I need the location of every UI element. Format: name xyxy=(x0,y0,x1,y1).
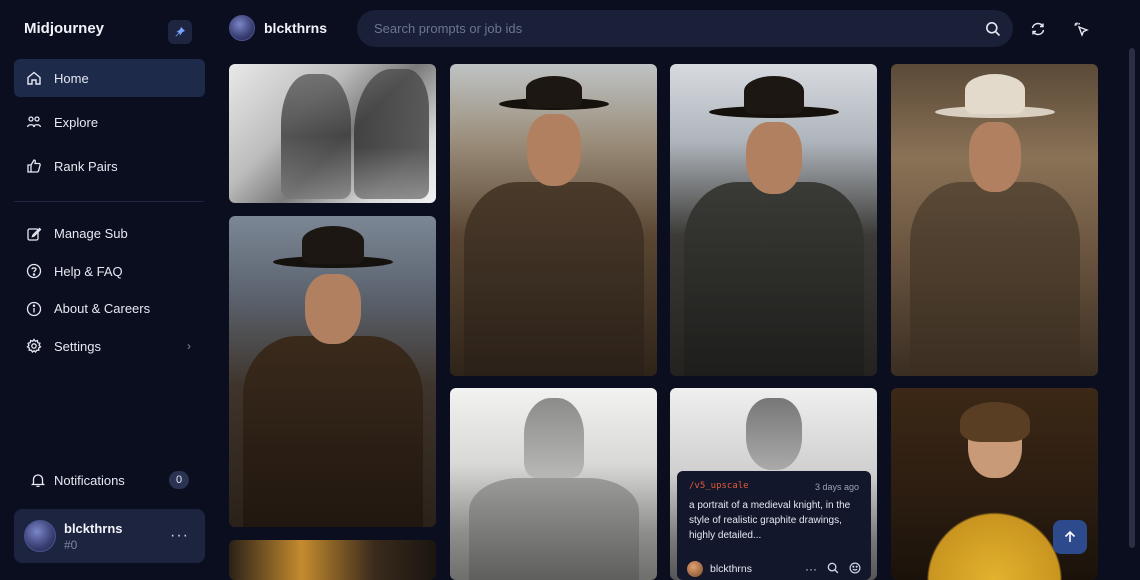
job-hover-card[interactable]: /v5_upscale 3 days ago a portrait of a m… xyxy=(677,471,871,580)
avatar xyxy=(687,561,703,577)
job-more-button[interactable]: ··· xyxy=(805,562,817,576)
gallery-image-bar-interior[interactable] xyxy=(229,540,436,580)
scrollbar[interactable] xyxy=(1129,48,1135,548)
explore-icon xyxy=(26,114,42,130)
avatar xyxy=(24,520,56,552)
gallery-image-cowboy[interactable] xyxy=(891,64,1098,376)
nav-item-settings[interactable]: Settings › xyxy=(14,331,205,362)
sidebar-divider xyxy=(14,201,204,202)
nav-item-about-careers[interactable]: About & Careers xyxy=(14,293,205,324)
edit-icon xyxy=(26,226,42,242)
thumbs-up-icon xyxy=(26,158,42,174)
notifications-item[interactable]: Notifications 0 xyxy=(14,466,205,494)
pin-icon xyxy=(175,27,185,37)
notifications-label: Notifications xyxy=(54,472,125,488)
gear-icon xyxy=(26,338,42,354)
nav-item-help-faq[interactable]: Help & FAQ xyxy=(14,256,205,287)
arrow-up-icon xyxy=(1064,530,1076,542)
select-mode-button[interactable] xyxy=(1068,16,1094,42)
profile-username: blckthrns xyxy=(264,20,328,36)
gallery-image-knight[interactable] xyxy=(450,388,657,580)
nav-item-manage-sub[interactable]: Manage Sub xyxy=(14,218,205,249)
refresh-icon xyxy=(1031,22,1045,36)
primary-nav: Home Explore Rank Pairs xyxy=(14,59,205,191)
gallery-image-knight-on-horse[interactable] xyxy=(229,64,436,203)
search-bar xyxy=(357,10,1013,47)
gallery-image-cowboy[interactable] xyxy=(229,216,436,527)
gallery-image-cowboy[interactable] xyxy=(670,64,877,376)
react-button[interactable] xyxy=(849,562,861,577)
profile-link[interactable]: blckthrns xyxy=(229,15,327,41)
refresh-button[interactable] xyxy=(1025,16,1051,42)
user-meta: blckthrns #0 xyxy=(64,521,123,552)
job-prompt: a portrait of a medieval knight, in the … xyxy=(689,500,851,541)
home-icon xyxy=(26,70,42,86)
user-name: blckthrns xyxy=(64,520,123,536)
secondary-nav: Manage Sub Help & FAQ About & Careers Se… xyxy=(14,218,205,368)
search-icon xyxy=(827,562,839,573)
smiley-icon xyxy=(849,562,861,573)
search-similar-button[interactable] xyxy=(827,562,839,577)
notifications-count-badge: 0 xyxy=(169,471,189,489)
nav-label-explore: Explore xyxy=(54,114,99,130)
scroll-to-top-button[interactable] xyxy=(1053,520,1087,554)
bell-icon xyxy=(30,472,46,488)
brand-logo[interactable]: Midjourney xyxy=(24,20,104,37)
info-icon xyxy=(26,301,42,317)
user-more-button[interactable]: ··· xyxy=(170,527,189,545)
sidebar: Midjourney Home Explore Rank Pairs Manag… xyxy=(0,0,218,580)
user-tag: #0 xyxy=(64,537,78,552)
search-input[interactable] xyxy=(374,21,975,36)
chevron-right-icon: › xyxy=(187,339,191,353)
pin-sidebar-button[interactable] xyxy=(168,20,192,44)
job-author[interactable]: blckthrns xyxy=(710,563,752,575)
pointer-click-icon xyxy=(1074,22,1089,37)
nav-label-about-careers: About & Careers xyxy=(54,301,151,316)
nav-label-manage-sub: Manage Sub xyxy=(54,226,128,241)
nav-label-rank-pairs: Rank Pairs xyxy=(54,158,118,174)
nav-label-help-faq: Help & FAQ xyxy=(54,263,123,279)
job-actions: ··· xyxy=(805,562,861,577)
nav-label-home: Home xyxy=(54,70,89,86)
job-timestamp: 3 days ago xyxy=(814,482,859,492)
job-footer: blckthrns ··· xyxy=(687,561,861,577)
nav-item-explore[interactable]: Explore xyxy=(14,103,205,141)
nav-label-settings: Settings xyxy=(54,338,101,354)
nav-item-rank-pairs[interactable]: Rank Pairs xyxy=(14,147,205,185)
user-card[interactable]: blckthrns #0 ··· xyxy=(14,509,205,563)
avatar xyxy=(229,15,255,41)
search-icon[interactable] xyxy=(975,11,1011,47)
nav-item-home[interactable]: Home xyxy=(14,59,205,97)
help-icon xyxy=(26,263,42,279)
gallery-image-cowboy[interactable] xyxy=(450,64,657,376)
